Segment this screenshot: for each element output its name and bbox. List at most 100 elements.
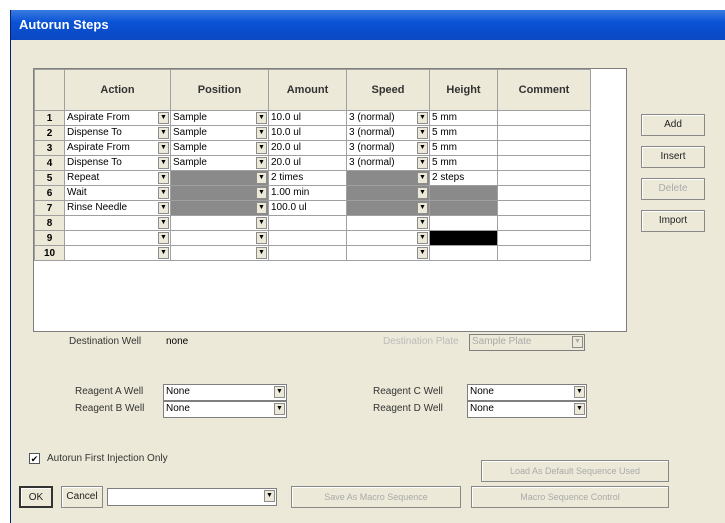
- chevron-down-icon[interactable]: ▼: [158, 232, 169, 244]
- chevron-down-icon[interactable]: ▼: [264, 490, 275, 502]
- speed-cell[interactable]: ▼: [346, 170, 430, 186]
- height-cell[interactable]: 5 mm: [429, 125, 498, 141]
- action-cell[interactable]: ▼: [64, 245, 171, 261]
- amount-cell[interactable]: 10.0 ul: [268, 125, 347, 141]
- load-default-sequence-button[interactable]: Load As Default Sequence Used: [481, 460, 669, 482]
- row-number[interactable]: 8: [34, 215, 65, 231]
- action-cell[interactable]: Wait ▼: [64, 185, 171, 201]
- action-cell[interactable]: Dispense To ▼: [64, 125, 171, 141]
- amount-cell[interactable]: [268, 245, 347, 261]
- comment-cell[interactable]: [497, 185, 591, 201]
- chevron-down-icon[interactable]: ▼: [417, 247, 428, 259]
- sequence-select[interactable]: ▼: [107, 488, 277, 506]
- chevron-down-icon[interactable]: ▼: [158, 157, 169, 169]
- comment-cell[interactable]: [497, 125, 591, 141]
- height-cell[interactable]: 5 mm: [429, 110, 498, 126]
- first-injection-checkbox[interactable]: ✔: [29, 453, 40, 464]
- column-header-position[interactable]: Position: [170, 69, 269, 111]
- save-macro-sequence-button[interactable]: Save As Macro Sequence: [291, 486, 461, 508]
- row-number[interactable]: 10: [34, 245, 65, 261]
- action-cell[interactable]: Aspirate From ▼: [64, 110, 171, 126]
- action-cell[interactable]: Dispense To ▼: [64, 155, 171, 171]
- chevron-down-icon[interactable]: ▼: [417, 202, 428, 214]
- height-cell[interactable]: [429, 200, 498, 216]
- chevron-down-icon[interactable]: ▼: [158, 112, 169, 124]
- action-cell[interactable]: Rinse Needle ▼: [64, 200, 171, 216]
- speed-cell[interactable]: ▼: [346, 185, 430, 201]
- cancel-button[interactable]: Cancel: [61, 486, 103, 508]
- comment-cell[interactable]: [497, 245, 591, 261]
- amount-cell[interactable]: 100.0 ul: [268, 200, 347, 216]
- comment-cell[interactable]: [497, 155, 591, 171]
- speed-cell[interactable]: ▼: [346, 245, 430, 261]
- chevron-down-icon[interactable]: ▼: [158, 187, 169, 199]
- chevron-down-icon[interactable]: ▼: [256, 127, 267, 139]
- column-header-speed[interactable]: Speed: [346, 69, 430, 111]
- chevron-down-icon[interactable]: ▼: [417, 157, 428, 169]
- add-button[interactable]: Add: [641, 114, 705, 136]
- chevron-down-icon[interactable]: ▼: [574, 403, 585, 415]
- speed-cell[interactable]: ▼: [346, 200, 430, 216]
- chevron-down-icon[interactable]: ▼: [417, 142, 428, 154]
- chevron-down-icon[interactable]: ▼: [417, 112, 428, 124]
- destination-well-field[interactable]: none: [163, 334, 289, 350]
- reagent-b-select[interactable]: None ▼: [163, 401, 287, 418]
- height-cell[interactable]: 2 steps: [429, 170, 498, 186]
- chevron-down-icon[interactable]: ▼: [417, 232, 428, 244]
- amount-cell[interactable]: 20.0 ul: [268, 140, 347, 156]
- height-cell[interactable]: [429, 215, 498, 231]
- position-cell[interactable]: Sample ▼: [170, 110, 269, 126]
- height-cell[interactable]: 5 mm: [429, 155, 498, 171]
- action-cell[interactable]: Repeat ▼: [64, 170, 171, 186]
- speed-cell[interactable]: ▼: [346, 215, 430, 231]
- speed-cell[interactable]: 3 (normal) ▼: [346, 125, 430, 141]
- chevron-down-icon[interactable]: ▼: [256, 247, 267, 259]
- comment-cell[interactable]: [497, 230, 591, 246]
- row-number[interactable]: 2: [34, 125, 65, 141]
- action-cell[interactable]: ▼: [64, 230, 171, 246]
- row-number[interactable]: 6: [34, 185, 65, 201]
- comment-cell[interactable]: [497, 170, 591, 186]
- row-number[interactable]: 5: [34, 170, 65, 186]
- insert-button[interactable]: Insert: [641, 146, 705, 168]
- action-cell[interactable]: Aspirate From ▼: [64, 140, 171, 156]
- height-cell[interactable]: [429, 245, 498, 261]
- row-number[interactable]: 9: [34, 230, 65, 246]
- speed-cell[interactable]: ▼: [346, 230, 430, 246]
- destination-plate-select[interactable]: Sample Plate ▼: [469, 334, 585, 351]
- chevron-down-icon[interactable]: ▼: [256, 217, 267, 229]
- amount-cell[interactable]: [268, 215, 347, 231]
- chevron-down-icon[interactable]: ▼: [574, 386, 585, 398]
- chevron-down-icon[interactable]: ▼: [417, 172, 428, 184]
- comment-cell[interactable]: [497, 140, 591, 156]
- position-cell[interactable]: Sample ▼: [170, 155, 269, 171]
- chevron-down-icon[interactable]: ▼: [417, 127, 428, 139]
- reagent-a-select[interactable]: None ▼: [163, 384, 287, 401]
- amount-cell[interactable]: 20.0 ul: [268, 155, 347, 171]
- chevron-down-icon[interactable]: ▼: [158, 127, 169, 139]
- chevron-down-icon[interactable]: ▼: [158, 172, 169, 184]
- height-cell[interactable]: 5 mm: [429, 140, 498, 156]
- chevron-down-icon[interactable]: ▼: [158, 202, 169, 214]
- position-cell[interactable]: ▼: [170, 245, 269, 261]
- chevron-down-icon[interactable]: ▼: [274, 386, 285, 398]
- chevron-down-icon[interactable]: ▼: [256, 202, 267, 214]
- chevron-down-icon[interactable]: ▼: [256, 142, 267, 154]
- macro-sequence-control-button[interactable]: Macro Sequence Control: [471, 486, 669, 508]
- action-cell[interactable]: ▼: [64, 215, 171, 231]
- column-header-amount[interactable]: Amount: [268, 69, 347, 111]
- comment-cell[interactable]: [497, 110, 591, 126]
- row-number[interactable]: 7: [34, 200, 65, 216]
- column-header-action[interactable]: Action: [64, 69, 171, 111]
- chevron-down-icon[interactable]: ▼: [256, 232, 267, 244]
- ok-button[interactable]: OK: [19, 486, 53, 508]
- comment-cell[interactable]: [497, 215, 591, 231]
- chevron-down-icon[interactable]: ▼: [256, 172, 267, 184]
- comment-cell[interactable]: [497, 200, 591, 216]
- position-cell[interactable]: ▼: [170, 200, 269, 216]
- delete-button[interactable]: Delete: [641, 178, 705, 200]
- position-cell[interactable]: Sample ▼: [170, 125, 269, 141]
- position-cell[interactable]: ▼: [170, 230, 269, 246]
- amount-cell[interactable]: 2 times: [268, 170, 347, 186]
- chevron-down-icon[interactable]: ▼: [256, 112, 267, 124]
